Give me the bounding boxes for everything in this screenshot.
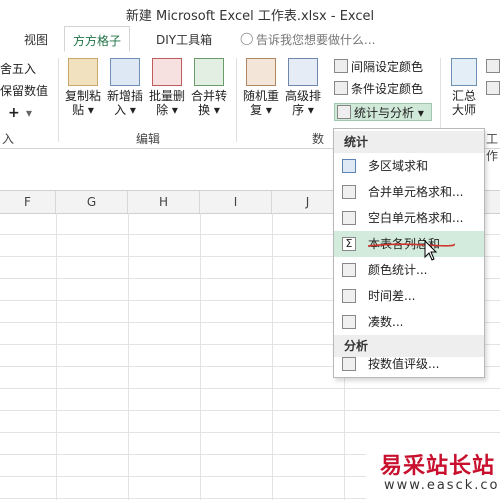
random-repeat-button[interactable]: 随机重复 ▾ [242,58,280,117]
insert-label2: 入 [114,103,127,117]
keep-value-button[interactable]: 保留数值 [0,82,48,100]
condition-color-icon [334,81,348,95]
summary-master-button[interactable]: 汇总 大师 [446,58,482,117]
copy-paste-label2: 贴 [72,103,85,117]
mouse-cursor-icon [424,240,438,261]
tell-me-input[interactable]: 告诉我您想要做什么... [256,31,375,48]
condition-color-button[interactable]: 条件设定颜色 [334,80,423,98]
plus-button[interactable]: + [8,104,20,122]
merge-sum-icon [342,185,356,199]
tab-view[interactable]: 视图 [24,31,48,48]
menu-item-blank-cell-sum[interactable]: 空白单元格求和... [334,205,484,231]
stats-analysis-label: 统计与分析 [354,106,415,120]
copy-paste-label: 复制粘 [64,89,101,103]
clipboard-icon [68,58,98,86]
group-label-work: 工作 [486,132,499,163]
insert-table-icon [110,58,140,86]
insert-button[interactable]: 新增插入 ▾ [106,58,144,117]
menu-item-label: 合并单元格求和... [368,185,464,199]
interval-color-label: 间隔设定颜色 [351,60,424,74]
grid-line [0,410,500,411]
batch-delete-button[interactable]: 批量删除 ▾ [148,58,186,117]
menu-item-multi-area-sum[interactable]: 多区域求和 [334,153,484,179]
sort-label2: 序 [292,103,305,117]
watermark: 易采站长站 www.easck.com [366,440,500,500]
column-header-g[interactable]: G [56,191,128,213]
merge-icon [194,58,224,86]
tool-icon [486,59,500,73]
group-label-left: 入 [2,132,15,146]
sort-label: 高级排 [284,89,321,103]
batch-delete-label: 批量删 [148,89,185,103]
plus-dropdown-icon[interactable]: ▾ [26,104,32,122]
lightbulb-icon: ◯ [240,31,254,45]
tool2-icon [486,81,500,95]
sigma-icon: Σ [342,237,356,251]
merge-label: 合并转 [190,89,227,103]
rating-icon [342,357,356,371]
make-number-icon [342,315,356,329]
menu-item-time-diff[interactable]: 时间差... [334,283,484,309]
group-label-data: 数 [312,132,325,146]
tab-fangfanggezi[interactable]: 方方格子 [64,26,131,52]
interval-color-button[interactable]: 间隔设定颜色 [334,58,423,76]
menu-item-label: 凑数... [368,315,404,329]
column-header-h[interactable]: H [128,191,200,213]
merge-convert-button[interactable]: 合并转换 ▾ [190,58,228,117]
merge-label2: 换 [198,103,211,117]
table-icon [342,159,356,173]
red-underline-annotation [367,243,455,247]
random-label2: 复 [250,103,263,117]
summary-icon [451,58,477,86]
insert-label: 新增插 [106,89,143,103]
delete-table-icon [152,58,182,86]
watermark-title: 易采站长站 [380,453,496,479]
random-label: 随机重 [242,89,279,103]
menu-item-label: 颜色统计... [368,263,428,277]
copy-paste-button[interactable]: 复制粘贴 ▾ [64,58,102,117]
menu-item-label: 空白单元格求和... [368,211,464,225]
window-title: 新建 Microsoft Excel 工作表.xlsx - Excel [125,9,375,24]
stats-analysis-menu: 统计 多区域求和 合并单元格求和... 空白单元格求和... Σ 本表各列总和 … [333,128,485,378]
stats-analysis-button[interactable]: 统计与分析 ▾ [334,103,432,121]
round-button[interactable]: 舍五入 [0,60,36,78]
batch-delete-label2: 除 [156,103,169,117]
menu-item-label: 多区域求和 [368,159,429,173]
menu-item-label: 时间差... [368,289,416,303]
grid-line [0,388,500,389]
menu-item-color-stats[interactable]: 颜色统计... [334,257,484,283]
column-header-f[interactable]: F [0,191,56,213]
ribbon-tabs: 视图 方方格子 DIY工具箱 ◯ 告诉我您想要做什么... [0,26,500,53]
blank-sum-icon [342,211,356,225]
divider [236,58,237,142]
group-label-edit: 编辑 [136,132,161,146]
menu-item-make-number[interactable]: 凑数... [334,309,484,335]
advanced-sort-button[interactable]: 高级排序 ▾ [284,58,322,117]
small-tool-icon-2[interactable] [486,80,500,98]
sort-az-icon [288,58,318,86]
menu-item-merged-cell-sum[interactable]: 合并单元格求和... [334,179,484,205]
grid-line [0,432,500,433]
watermark-url: www.easck.com [384,478,500,493]
menu-item-label: 按数值评级... [368,357,440,371]
tab-diy-toolbox[interactable]: DIY工具箱 [156,31,212,48]
interval-color-icon [334,59,348,73]
title-bar: 新建 Microsoft Excel 工作表.xlsx - Excel [0,0,500,26]
menu-section-stats: 统计 [334,131,484,153]
menu-item-value-rating[interactable]: 按数值评级... [334,351,484,377]
column-header-i[interactable]: I [200,191,272,213]
random-icon [246,58,276,86]
stats-icon [337,105,351,119]
summary-label: 汇总 [451,89,476,103]
small-tool-icon[interactable] [486,58,500,76]
color-stats-icon [342,263,356,277]
divider [58,58,59,142]
summary-label2: 大师 [451,103,476,117]
time-diff-icon [342,289,356,303]
condition-color-label: 条件设定颜色 [351,82,424,96]
